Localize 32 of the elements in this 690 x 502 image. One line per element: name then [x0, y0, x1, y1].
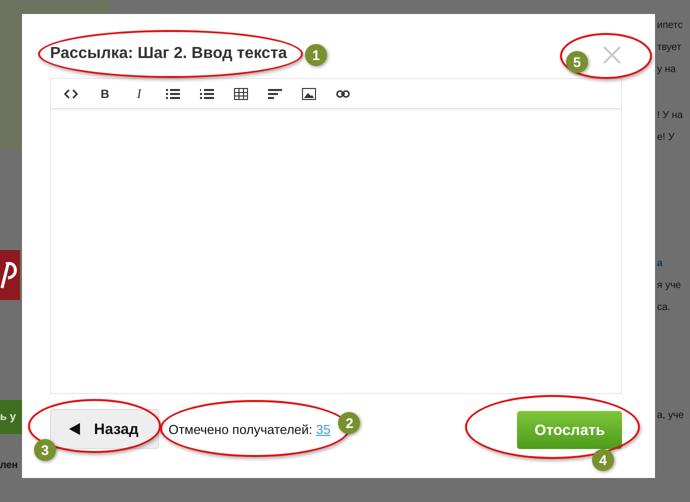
annotation-badge: 2	[338, 412, 360, 434]
annotation-badge: 5	[566, 51, 588, 73]
numbers-icon	[200, 88, 214, 100]
left-triangle-icon	[69, 423, 80, 435]
recipients-count-text: Отмечено получателей: 35	[168, 422, 330, 436]
page-text: ипетс	[657, 20, 683, 31]
annotation-badge: 4	[592, 449, 614, 471]
align-icon	[268, 88, 282, 100]
send-button[interactable]: Отослать	[517, 411, 622, 449]
close-icon	[602, 45, 622, 65]
annotation-badge: 3	[34, 439, 56, 461]
back-button[interactable]: Назад	[50, 409, 160, 449]
dialog-title: Рассылка: Шаг 2. Ввод текста	[50, 45, 288, 63]
page-text: ! У на	[657, 110, 683, 121]
page-text: я уче	[657, 280, 681, 291]
link-icon	[336, 88, 350, 100]
bullets-icon	[166, 88, 180, 100]
page-text: у на	[657, 64, 676, 75]
pinterest-icon	[0, 250, 20, 300]
recipients-count-link[interactable]: 35	[316, 422, 330, 436]
page-text: твует	[657, 42, 682, 53]
page-text: лен	[0, 460, 18, 471]
bold-button[interactable]: B	[93, 82, 117, 104]
page-text: е! У	[657, 132, 674, 143]
page-text: а, уче	[657, 410, 684, 421]
code-icon	[64, 88, 78, 100]
action-button[interactable]: ь у	[0, 400, 22, 434]
page-text: са.	[657, 302, 670, 313]
table-icon	[234, 88, 248, 100]
italic-button[interactable]: I	[127, 82, 151, 104]
annotation-badge: 1	[305, 44, 328, 66]
image-icon	[302, 88, 316, 100]
